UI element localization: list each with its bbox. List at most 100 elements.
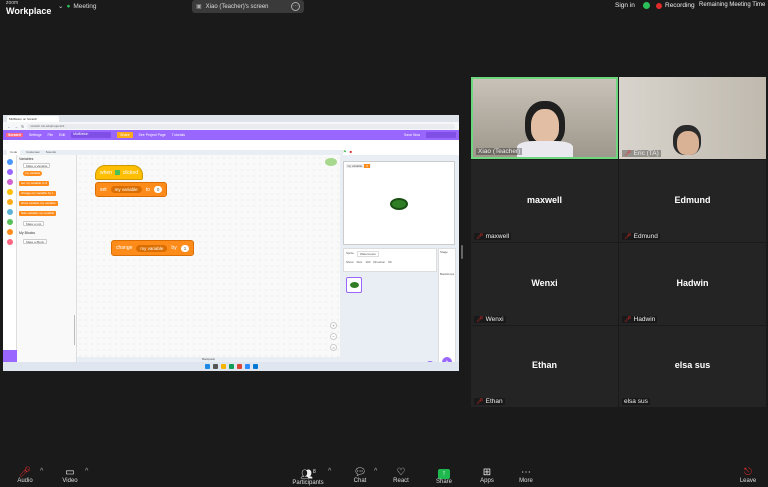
audio-button[interactable]: 🎤︎ Audio (7, 467, 43, 484)
hide-variable-block[interactable]: hide variable my variable (19, 211, 57, 216)
chrome-icon[interactable] (236, 364, 242, 369)
change-value-input[interactable]: 1 (180, 244, 190, 252)
change-variable-dropdown[interactable]: my variable (136, 244, 168, 252)
participants-options-chevron-icon[interactable]: ^ (328, 468, 331, 475)
palette-scrollbar[interactable] (74, 315, 75, 345)
split-resize-handle[interactable] (461, 245, 463, 259)
back-icon[interactable]: ← (7, 124, 11, 129)
leave-button[interactable]: ⎋ Leave (730, 467, 766, 484)
my-blocks-category-icon[interactable] (6, 239, 13, 245)
forward-icon[interactable]: → (14, 124, 18, 129)
video-button[interactable]: ▭ Video (52, 467, 88, 484)
video-tile-ethan[interactable]: Ethan 🎤︎ Ethan (471, 326, 618, 407)
my-blocks-heading: My Blocks (19, 231, 35, 235)
set-variable-dropdown[interactable]: my variable (110, 186, 142, 193)
variables-category-icon[interactable] (6, 229, 13, 235)
chat-options-chevron-icon[interactable]: ^ (374, 468, 377, 475)
url-field[interactable]: scratch.mit.edu/projects/1 (27, 123, 455, 129)
change-block[interactable]: change my variable by 1 (19, 191, 56, 196)
set-block[interactable]: set my variable to 0 (19, 181, 50, 186)
stop-button-icon[interactable]: ■ (350, 149, 352, 154)
settings-menu[interactable]: Settings (29, 133, 42, 137)
video-tile-wenxi[interactable]: Wenxi 🎤︎ Wenxi (471, 243, 618, 325)
control-category-icon[interactable] (6, 199, 13, 205)
edit-menu[interactable]: Edit (59, 133, 65, 137)
make-variable-button[interactable]: Make a Variable (23, 163, 51, 168)
video-tile-hadwin[interactable]: Hadwin 🎤︎ Hadwin (619, 243, 766, 325)
meeting-menu[interactable]: ⌄ ● Meeting (58, 2, 97, 11)
video-tile-teacher[interactable]: Xiao (Teacher) (471, 77, 618, 159)
audio-options-chevron-icon[interactable]: ^ (40, 468, 43, 475)
code-workspace[interactable]: when clicked set my variable to 0 change… (74, 155, 340, 362)
video-tile-elsa[interactable]: elsa sus elsa sus (619, 326, 766, 407)
make-list-button[interactable]: Make a List (23, 221, 45, 226)
make-block-button[interactable]: Make a Block (23, 239, 48, 244)
chat-button[interactable]: 💬︎ Chat (342, 467, 378, 484)
my-variable-reporter[interactable]: my variable (23, 171, 43, 176)
zoom-app-icon[interactable] (244, 364, 250, 369)
participants-button[interactable]: 👥︎8 Participants (286, 467, 330, 486)
sprite-thumbnail[interactable] (346, 277, 362, 293)
browser-tab[interactable]: MidMelon on Scratch (7, 116, 59, 122)
sprite-name-field[interactable]: Watermelon (356, 251, 379, 257)
share-button[interactable]: ↑ Share (426, 467, 462, 485)
zoom-in-icon[interactable]: + (330, 322, 337, 329)
events-category-icon[interactable] (6, 189, 13, 195)
apps-button[interactable]: ⊞ Apps (469, 467, 505, 484)
participant-label: 🎤︎ maxwell (474, 233, 512, 240)
file-explorer-icon[interactable] (220, 364, 226, 369)
start-icon[interactable] (204, 364, 210, 369)
sign-in-button[interactable]: Sign in (615, 2, 635, 9)
recording-indicator[interactable]: Recording (656, 2, 695, 9)
extension-button[interactable] (3, 350, 17, 362)
sprite-field-label: Sprite (346, 251, 354, 255)
shared-screen-label: Xiao (Teacher)'s screen (205, 3, 269, 10)
stage-selector[interactable]: Stage Backdrops + (438, 248, 456, 371)
participant-name-label: Xiao (Teacher) (476, 148, 523, 155)
operators-category-icon[interactable] (6, 219, 13, 225)
watermelon-sprite[interactable] (390, 198, 408, 210)
project-title-field[interactable]: MidMelon (71, 132, 112, 138)
see-project-page-link[interactable]: See Project Page (139, 133, 166, 137)
sprite-list: + (343, 273, 437, 371)
sensing-category-icon[interactable] (6, 209, 13, 215)
backdrops-label: Backdrops (440, 272, 455, 276)
scratch-logo[interactable]: Scratch (6, 133, 23, 137)
stage[interactable]: my variable 0 (343, 161, 455, 245)
search-icon[interactable] (212, 364, 218, 369)
more-options-icon[interactable]: ⋯ (291, 2, 300, 11)
tutorials-link[interactable]: Tutorials (172, 133, 185, 137)
react-button[interactable]: ♡ React (383, 467, 419, 484)
zoom-out-icon[interactable]: − (330, 333, 337, 340)
participant-display-name: elsa sus (674, 360, 711, 370)
vscode-icon[interactable] (252, 364, 258, 369)
change-variable-block[interactable]: change my variable by 1 (111, 240, 195, 256)
heart-icon: ♡ (396, 467, 406, 478)
chevron-down-icon: ⌄ (58, 3, 64, 10)
size-field[interactable]: 100 (365, 260, 370, 264)
save-now-link[interactable]: Save Now (404, 133, 420, 137)
set-value-input[interactable]: 0 (153, 186, 163, 193)
participant-display-name: Edmund (674, 195, 711, 205)
when-flag-clicked-block[interactable]: when clicked (95, 165, 143, 180)
reload-icon[interactable]: ↻ (21, 124, 24, 129)
remaining-label: Remaining Meeting Time (699, 2, 766, 8)
more-button[interactable]: ⋯ More (508, 467, 544, 484)
video-tile-ta[interactable]: 🎤︎ Eric (TA) (619, 77, 766, 159)
motion-category-icon[interactable] (6, 159, 13, 165)
video-tile-maxwell[interactable]: maxwell 🎤︎ maxwell (471, 160, 618, 242)
looks-category-icon[interactable] (6, 169, 13, 175)
edge-icon[interactable] (228, 364, 234, 369)
direction-field[interactable]: 90 (388, 260, 391, 264)
show-variable-block[interactable]: show variable my variable (19, 201, 58, 206)
set-variable-block[interactable]: set my variable to 0 (95, 182, 168, 197)
video-options-chevron-icon[interactable]: ^ (85, 468, 88, 475)
account-avatar[interactable] (426, 132, 456, 138)
file-menu[interactable]: File (48, 133, 54, 137)
sound-category-icon[interactable] (6, 179, 13, 185)
shared-screen-pill[interactable]: ▣ Xiao (Teacher)'s screen ⋯ (192, 0, 304, 13)
zoom-reset-icon[interactable]: = (330, 344, 337, 351)
video-tile-edmund[interactable]: Edmund 🎤︎ Edmund (619, 160, 766, 242)
share-project-button[interactable]: Share (117, 132, 133, 138)
green-flag-button-icon[interactable]: ⚑ (343, 149, 347, 154)
